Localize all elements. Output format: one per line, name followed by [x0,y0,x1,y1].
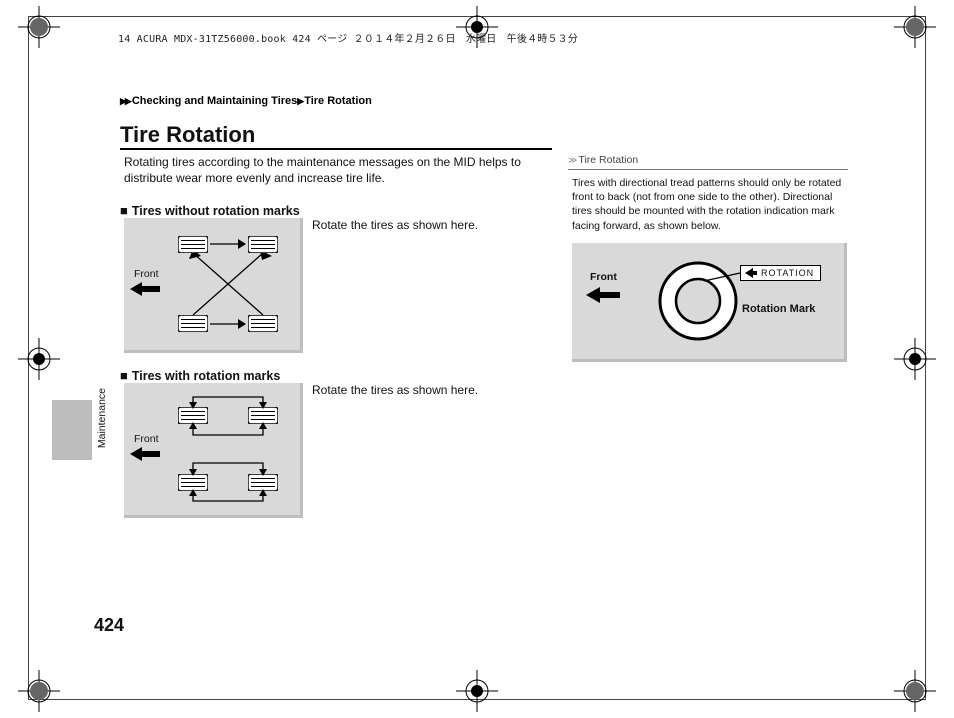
rotation-indicator-label: ROTATION [761,268,814,278]
front-label: Front [134,268,159,280]
rotation-direction-arrow-icon [745,268,757,278]
intro-paragraph: Rotating tires according to the maintena… [124,154,554,186]
registration-mark-icon [894,338,936,380]
doc-info-line: 14 ACURA MDX-31TZ56000.book 424 ページ ２０１４… [118,30,578,45]
registration-mark-icon [18,338,60,380]
breadcrumb-part: Tire Rotation [304,95,372,107]
tire-icon [178,236,208,253]
registration-mark-icon [18,6,60,48]
subhead-with-marks: ■ Tires with rotation marks [120,368,280,383]
sidebox-head-text: Tire Rotation [578,154,638,166]
square-bullet-icon: ■ [120,203,128,218]
subhead-without-marks: ■ Tires without rotation marks [120,203,300,218]
diagram-directional-tire: Front ROTATION Rotation Mark [572,243,847,362]
front-label: Front [590,271,617,283]
rotation-mark-label: Rotation Mark [742,303,815,315]
title-rule [120,148,552,150]
front-arrow-icon [586,287,620,303]
front-arrow-icon [130,447,160,461]
rotation-swap-arrows-icon [178,393,278,505]
side-info-box: ≫Tire Rotation Tires with directional tr… [568,154,848,362]
front-arrow-icon [130,282,160,296]
rotation-cross-arrows-icon [178,253,278,315]
diagram-caption: Rotate the tires as shown here. [312,383,478,397]
subhead-text: Tires without rotation marks [132,204,300,218]
sidebox-heading: ≫Tire Rotation [568,154,848,170]
diagram-with-rotation-marks: Front [124,383,303,518]
page-title: Tire Rotation [120,122,255,148]
square-bullet-icon: ■ [120,368,128,383]
breadcrumb-arrow-icon: ▶ [297,96,302,106]
section-label: Maintenance [96,388,108,448]
page-number: 424 [94,615,124,636]
tire-icon [178,315,208,332]
breadcrumb-part: Checking and Maintaining Tires [132,95,297,107]
rotation-indicator: ROTATION [740,265,821,281]
rotation-arrow-icon [210,318,246,330]
leader-line-icon [704,265,744,283]
front-label: Front [134,433,159,445]
diagram-caption: Rotate the tires as shown here. [312,218,478,232]
registration-mark-icon [18,670,60,712]
rotation-arrow-icon [210,238,246,250]
tire-icon [248,315,278,332]
subhead-text: Tires with rotation marks [132,369,280,383]
sidebox-body-text: Tires with directional tread patterns sh… [568,176,848,233]
tire-icon [248,236,278,253]
diagram-without-rotation-marks: Front [124,218,303,353]
registration-mark-icon [894,6,936,48]
breadcrumb-arrow-icon: ▶▶ [120,96,130,106]
registration-mark-icon [894,670,936,712]
section-tab [52,400,92,460]
breadcrumb: ▶▶Checking and Maintaining Tires▶Tire Ro… [120,95,372,107]
chevron-icon: ≫ [568,155,575,165]
registration-mark-icon [456,670,498,712]
